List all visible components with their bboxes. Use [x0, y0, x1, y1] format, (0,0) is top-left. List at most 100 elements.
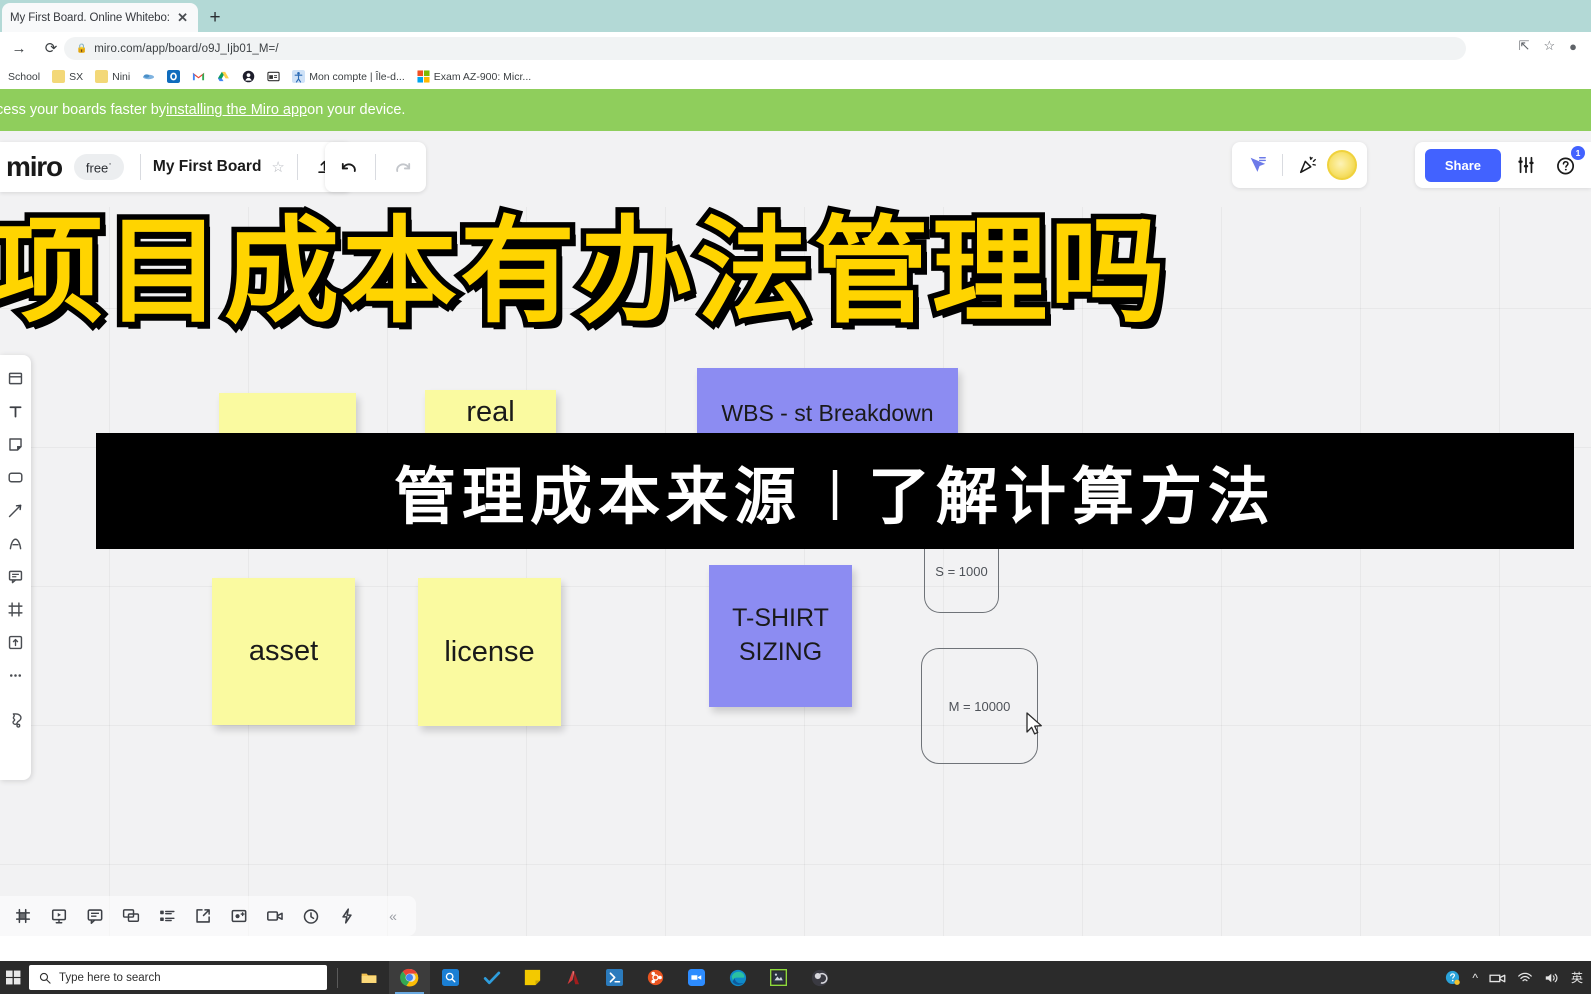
chevron-up-icon[interactable]: ^	[1472, 971, 1478, 985]
help-circle-icon[interactable]	[1445, 970, 1461, 986]
frame-icon[interactable]	[3, 594, 29, 624]
folder-icon	[95, 70, 109, 83]
video-subtitle-bar: 管理成本来源 | 了解计算方法	[96, 433, 1574, 549]
new-tab-button[interactable]: +	[203, 6, 227, 30]
blue-pill-icon	[143, 74, 155, 80]
adobe-icon[interactable]	[553, 961, 594, 994]
share-button[interactable]: Share	[1424, 148, 1501, 182]
select-frame-icon[interactable]	[3, 363, 29, 393]
divider	[296, 154, 298, 180]
blue-search-icon[interactable]	[430, 961, 471, 994]
bookmark-outlook[interactable]	[161, 67, 186, 87]
sticky-note[interactable]: license	[418, 578, 561, 726]
more-icon[interactable]	[3, 660, 29, 690]
sticky-note[interactable]	[219, 393, 356, 435]
search-input[interactable]: Type here to search	[29, 965, 327, 990]
bookmark-window[interactable]	[261, 67, 286, 87]
avatar[interactable]	[1327, 150, 1357, 180]
install-icon[interactable]: ⇱	[1519, 38, 1530, 54]
divider	[337, 967, 338, 988]
bookmark-drive[interactable]	[211, 67, 236, 87]
text-icon[interactable]	[3, 396, 29, 426]
zoom-icon[interactable]	[676, 961, 717, 994]
ubuntu-icon[interactable]	[635, 961, 676, 994]
miro-logo[interactable]: miro	[6, 151, 63, 183]
bookmark-school[interactable]: School	[2, 67, 46, 87]
shape-icon[interactable]	[3, 462, 29, 492]
comment-icon[interactable]	[3, 561, 29, 591]
comments-icon[interactable]	[78, 899, 112, 933]
shape-box[interactable]: M = 10000	[921, 648, 1038, 764]
favorite-star-icon[interactable]: ☆	[271, 158, 284, 176]
bookmark-star-icon[interactable]: ☆	[1543, 38, 1555, 54]
forward-icon[interactable]: →	[6, 35, 32, 61]
ime-indicator[interactable]: 英	[1571, 969, 1583, 986]
sticky-note[interactable]: real	[425, 390, 556, 435]
upload-image-icon[interactable]	[3, 627, 29, 657]
obs-icon[interactable]	[799, 961, 840, 994]
collapse-toolbar-button[interactable]: «	[376, 899, 410, 933]
outlook-icon	[167, 70, 181, 83]
bookmark-teams[interactable]	[236, 67, 261, 87]
sticky-note[interactable]: T-SHIRT SIZING	[709, 565, 852, 707]
browser-tab[interactable]: My First Board. Online Whitebo: ✕	[2, 3, 198, 32]
help-icon[interactable]: 1	[1551, 146, 1585, 180]
bookmark-nini[interactable]: Nini	[89, 67, 136, 87]
sticky-note[interactable]: asset	[212, 578, 355, 725]
bookmark-label: Nini	[112, 70, 131, 83]
redo-icon[interactable]	[388, 152, 418, 182]
plan-badge[interactable]: free·	[73, 154, 124, 180]
bookmark-sx[interactable]: SX	[46, 67, 89, 87]
drive-icon	[218, 71, 230, 82]
bookmark-gmail[interactable]	[186, 67, 211, 87]
green-app-icon[interactable]	[758, 961, 799, 994]
video-icon[interactable]	[258, 899, 292, 933]
pen-icon[interactable]	[3, 528, 29, 558]
confetti-icon[interactable]	[1293, 150, 1323, 180]
volume-icon[interactable]	[1544, 971, 1560, 985]
wifi-icon[interactable]	[1517, 971, 1533, 984]
search-icon	[39, 972, 51, 984]
bookmark-exam-az900[interactable]: Exam AZ-900: Micr...	[411, 67, 537, 87]
url-text: miro.com/app/board/o9J_Ijb01_M=/	[94, 42, 279, 55]
notes-icon[interactable]	[512, 961, 553, 994]
list-icon[interactable]	[150, 899, 184, 933]
sticky-note[interactable]: WBS - st Breakdown	[697, 368, 958, 435]
address-bar[interactable]: 🔒 miro.com/app/board/o9J_Ijb01_M=/	[64, 37, 1466, 60]
undo-icon[interactable]	[333, 152, 363, 182]
bookmark-mon-compte[interactable]: Mon compte | Île-d...	[286, 67, 411, 87]
export-icon[interactable]	[186, 899, 220, 933]
cursor-share-icon[interactable]	[1242, 150, 1272, 180]
sticky-note-icon[interactable]	[3, 429, 29, 459]
powershell-icon[interactable]	[594, 961, 635, 994]
frames-icon[interactable]	[6, 899, 40, 933]
sliders-icon[interactable]	[1511, 150, 1541, 180]
shape-box-label: S = 1000	[935, 563, 988, 579]
miro-actions-group: Share 1	[1414, 142, 1591, 188]
windows-start-icon[interactable]	[0, 961, 27, 994]
miro-canvas[interactable]: real WBS - st Breakdown asset license T-…	[0, 207, 1591, 936]
timer-icon[interactable]	[294, 899, 328, 933]
lightning-icon[interactable]	[330, 899, 364, 933]
file-explorer-icon[interactable]	[348, 961, 389, 994]
divider	[375, 154, 376, 180]
apps-icon[interactable]	[3, 705, 29, 735]
reload-icon[interactable]: ⟳	[38, 35, 64, 61]
gmail-icon	[193, 72, 205, 81]
line-icon[interactable]	[3, 495, 29, 525]
edge-icon[interactable]	[717, 961, 758, 994]
screenshot-icon[interactable]	[222, 899, 256, 933]
board-name[interactable]: My First Board	[153, 158, 262, 176]
chat-icon[interactable]	[114, 899, 148, 933]
bookmark-blue-pill[interactable]	[136, 67, 161, 87]
install-miro-app-link[interactable]: installing the Miro app	[166, 102, 307, 118]
presentation-icon[interactable]	[42, 899, 76, 933]
close-icon[interactable]: ✕	[175, 11, 190, 24]
system-tray: ^ 英	[1445, 961, 1587, 994]
chrome-icon[interactable]	[389, 961, 430, 994]
banner-prefix: cess your boards faster by	[0, 102, 167, 118]
hardware-icon[interactable]	[1489, 971, 1506, 984]
profile-icon[interactable]: ●	[1569, 39, 1577, 54]
shape-box[interactable]: S = 1000	[924, 548, 999, 613]
check-icon[interactable]	[471, 961, 512, 994]
